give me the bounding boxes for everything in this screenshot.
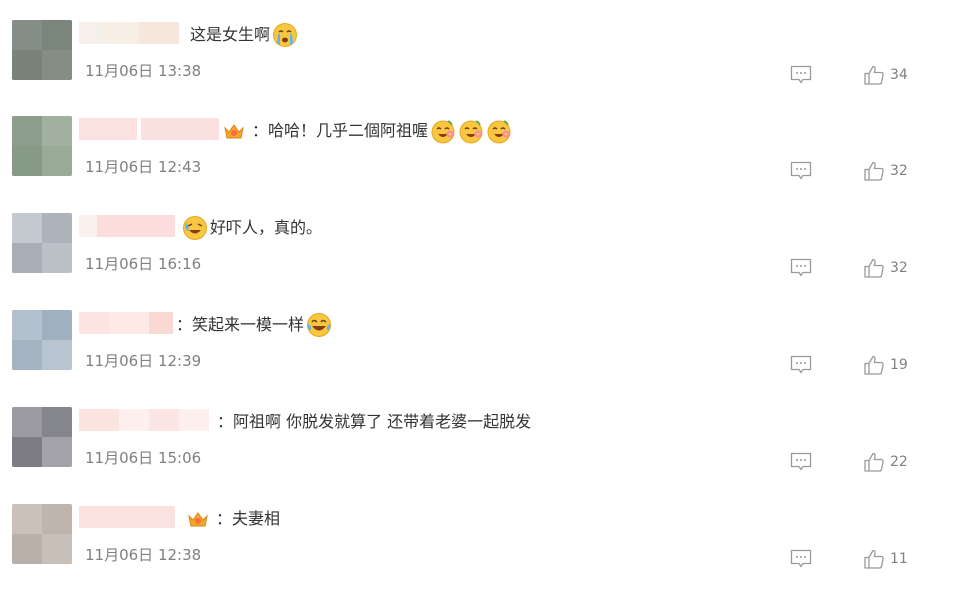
username[interactable] (79, 215, 179, 237)
reply-icon[interactable] (789, 64, 813, 86)
vip-crown-badge-icon (188, 512, 208, 527)
thumbs-up-icon (864, 161, 884, 181)
comment-text: ：夫妻相 (186, 506, 280, 532)
avatar[interactable] (12, 20, 72, 80)
comment-item: ：笑起来一模一样 11月06日 12:39 19 (0, 308, 960, 404)
comment-item: 好吓人，真的。 11月06日 16:16 32 (0, 211, 960, 307)
like-count: 32 (890, 163, 908, 179)
comment-item: ：哈哈！几乎二個阿祖喔 11月06日 12:43 32 (0, 114, 960, 210)
thumbs-up-icon (864, 452, 884, 472)
like-button[interactable]: 34 (863, 63, 908, 87)
crying-face-icon (273, 23, 298, 47)
comment-text: 好吓人，真的。 (182, 215, 322, 241)
comment-list: 这是女生啊 11月06日 13:38 34 ：哈哈！几乎二個阿祖喔 11月06日… (0, 0, 960, 584)
avatar[interactable] (12, 504, 72, 564)
comment-time: 11月06日 16:16 (85, 255, 202, 273)
avatar[interactable] (12, 310, 72, 370)
comment-item: 这是女生啊 11月06日 13:38 34 (0, 18, 960, 114)
comment-time: 11月06日 12:38 (85, 546, 202, 564)
comment-time: 11月06日 12:39 (85, 352, 202, 370)
like-count: 22 (890, 454, 908, 470)
reply-icon[interactable] (789, 548, 813, 570)
like-count: 19 (890, 357, 908, 373)
reply-icon[interactable] (789, 257, 813, 279)
avatar[interactable] (12, 213, 72, 273)
comment-text: ：哈哈！几乎二個阿祖喔 (222, 118, 512, 144)
username[interactable] (79, 22, 182, 44)
username[interactable] (79, 506, 177, 528)
like-button[interactable]: 32 (863, 256, 908, 280)
like-button[interactable]: 22 (863, 450, 908, 474)
tears-of-joy-icon (307, 313, 332, 337)
username[interactable] (79, 409, 211, 431)
like-count: 32 (890, 260, 908, 276)
vip-crown-badge-icon (224, 124, 244, 139)
comment-text: ：阿祖啊 你脱发就算了 还带着老婆一起脱发 (217, 412, 532, 431)
laughing-flower-face-icon (431, 120, 455, 144)
like-button[interactable]: 11 (863, 547, 908, 571)
like-button[interactable]: 32 (863, 159, 908, 183)
comment-item: ：阿祖啊 你脱发就算了 还带着老婆一起脱发 11月06日 15:06 22 (0, 405, 960, 501)
username[interactable] (79, 312, 175, 334)
like-button[interactable]: 19 (863, 353, 908, 377)
reply-icon[interactable] (789, 451, 813, 473)
thumbs-up-icon (864, 258, 884, 278)
comment-time: 11月06日 13:38 (85, 62, 202, 80)
comment-text: ：笑起来一模一样 (176, 312, 332, 338)
like-count: 34 (890, 67, 908, 83)
avatar[interactable] (12, 407, 72, 467)
thumbs-up-icon (864, 549, 884, 569)
laughing-flower-face-icon (459, 120, 483, 144)
like-count: 11 (890, 551, 908, 567)
thumbs-up-icon (864, 65, 884, 85)
avatar[interactable] (12, 116, 72, 176)
laughing-flower-face-icon (487, 120, 511, 144)
reply-icon[interactable] (789, 160, 813, 182)
comment-time: 11月06日 12:43 (85, 158, 202, 176)
comment-time: 11月06日 15:06 (85, 449, 202, 467)
comment-text: 这是女生啊 (190, 22, 298, 48)
username[interactable] (79, 118, 219, 140)
reply-icon[interactable] (789, 354, 813, 376)
sweat-laugh-face-icon (183, 216, 207, 240)
thumbs-up-icon (864, 355, 884, 375)
